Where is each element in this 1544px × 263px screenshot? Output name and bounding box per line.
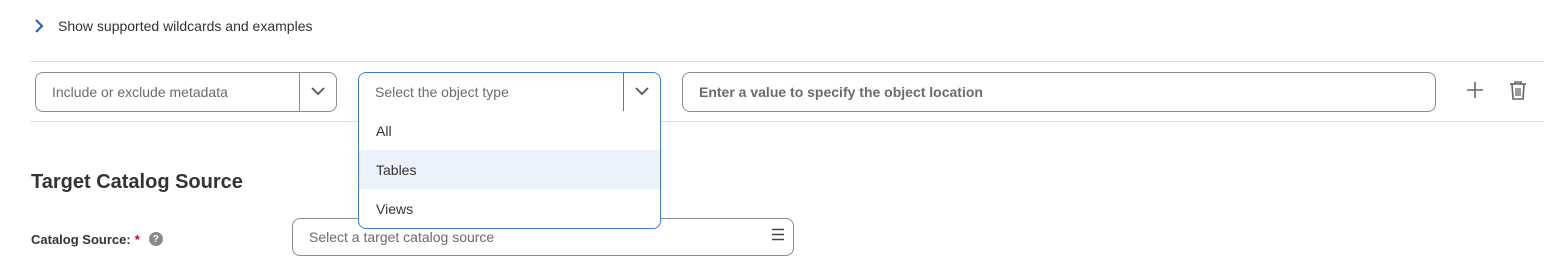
object-type-select-toggle[interactable]	[623, 73, 660, 111]
catalog-source-label: Catalog Source: * ?	[31, 230, 163, 248]
object-location-input[interactable]	[682, 72, 1436, 112]
object-type-select[interactable]: Select the object type	[358, 72, 661, 112]
metadata-select-toggle[interactable]	[299, 73, 336, 111]
section-title: Target Catalog Source	[31, 171, 243, 193]
question-mark-icon[interactable]: ?	[148, 232, 163, 246]
row-divider-bottom	[30, 121, 1544, 122]
chevron-right-icon	[32, 19, 46, 33]
object-type-dropdown: All Tables Views	[358, 111, 661, 229]
catalog-source-label-text: Catalog Source:	[31, 231, 131, 247]
plus-icon	[1466, 81, 1484, 104]
required-marker: *	[134, 231, 140, 247]
object-type-option-all[interactable]: All	[359, 111, 660, 150]
object-type-select-placeholder: Select the object type	[375, 84, 509, 100]
object-type-option-tables[interactable]: Tables	[359, 150, 660, 189]
row-divider-top	[30, 61, 1544, 62]
object-type-option-views[interactable]: Views	[359, 189, 660, 228]
metadata-select[interactable]: Include or exclude metadata	[35, 72, 337, 112]
wildcards-toggle-label: Show supported wildcards and examples	[58, 18, 313, 34]
chevron-down-icon	[635, 83, 649, 101]
wildcards-toggle[interactable]: Show supported wildcards and examples	[32, 15, 312, 37]
add-row-button[interactable]	[1463, 80, 1487, 104]
delete-row-button[interactable]	[1506, 80, 1530, 104]
metadata-select-placeholder: Include or exclude metadata	[52, 84, 228, 100]
trash-icon	[1509, 80, 1527, 105]
catalog-source-placeholder: Select a target catalog source	[309, 229, 495, 245]
chevron-down-icon	[311, 83, 325, 101]
list-icon[interactable]	[771, 228, 785, 246]
